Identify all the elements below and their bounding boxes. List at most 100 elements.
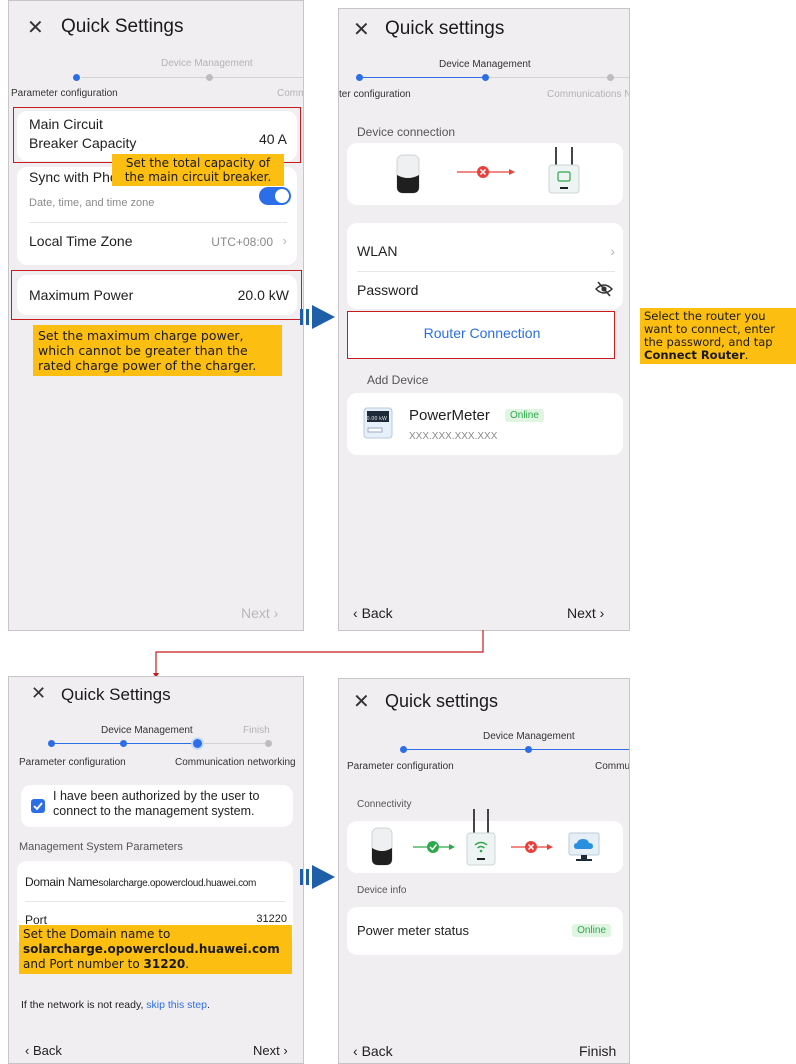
page-title: Quick Settings <box>61 16 184 37</box>
meter-screen: 0.00 kW <box>366 416 387 422</box>
step-dot-done <box>48 740 55 747</box>
cloud-monitor-icon <box>568 832 600 861</box>
authorization-checkbox[interactable] <box>31 799 45 813</box>
wlan-label[interactable]: WLAN <box>357 243 397 259</box>
step-communication: Communications N <box>547 89 630 100</box>
connectivity-diagram <box>347 809 623 873</box>
panel-communication-networking: ✕ Quick Settings Device Management Finis… <box>8 676 304 1064</box>
stepper-line-done <box>403 749 629 750</box>
step-dot-active <box>73 74 80 81</box>
breaker-note-overlay: Set the total capacity of the main circu… <box>112 154 284 186</box>
divider <box>25 901 285 902</box>
powermeter-card[interactable]: 0.00 kW PowerMeter Online XXX.XXX.XXX.XX… <box>347 393 623 455</box>
section-device-info: Device info <box>357 885 407 896</box>
step-dot-done <box>120 740 127 747</box>
panel-parameter-configuration: ✕ Quick Settings Device Management Param… <box>8 0 304 631</box>
flow-connector <box>153 630 484 678</box>
chevron-right-icon[interactable]: › <box>610 243 615 259</box>
back-button[interactable]: ‹ Back <box>353 605 393 621</box>
flow-arrow-icon <box>300 305 335 329</box>
skip-step-link[interactable]: skip this step <box>146 999 207 1011</box>
step-dot <box>607 74 614 81</box>
step-dot-active <box>482 74 489 81</box>
step-dot-active <box>193 739 202 748</box>
eye-hidden-icon[interactable] <box>595 281 613 297</box>
step-parameter-configuration: Parameter configuration <box>11 88 118 99</box>
step-device-management: Device Management <box>483 731 575 742</box>
checkmark-icon <box>33 802 43 811</box>
step-parameter-configuration: Parameter configuration <box>19 757 126 768</box>
device-name: PowerMeter <box>409 407 490 424</box>
step-dot-done <box>400 746 407 753</box>
step-device-management: Device Management <box>101 725 193 736</box>
chevron-right-icon[interactable]: › <box>283 233 287 248</box>
finish-button[interactable]: Finish <box>579 1043 616 1059</box>
router-icon <box>466 809 496 866</box>
stepper-line <box>81 77 303 78</box>
timezone-label: Local Time Zone <box>29 233 133 249</box>
divider <box>29 222 287 223</box>
timezone-value: UTC+08:00 <box>211 235 273 249</box>
step-dot <box>265 740 272 747</box>
step-communication: Commur <box>595 761 630 772</box>
domain-port-note: Set the Domain name to solarcharge.opowe… <box>19 925 292 974</box>
skip-hint: If the network is not ready, skip this s… <box>21 999 210 1011</box>
charger-icon <box>396 154 420 194</box>
wlan-card: WLAN › Password <box>347 223 623 309</box>
step-dot <box>206 74 213 81</box>
device-ip: XXX.XXX.XXX.XXX <box>409 431 498 442</box>
step-device-management: Device Management <box>161 58 253 69</box>
disconnected-link-icon <box>511 841 553 853</box>
sync-toggle[interactable] <box>259 187 291 205</box>
close-icon[interactable]: ✕ <box>353 17 370 42</box>
step-dot-done <box>525 746 532 753</box>
back-button[interactable]: ‹ Back <box>353 1043 393 1059</box>
step-finish: Finish <box>243 725 270 736</box>
stepper-line-done <box>359 77 485 78</box>
router-note: Select the router you want to connect, e… <box>640 308 796 364</box>
step-communication: Comm <box>277 88 304 99</box>
section-add-device: Add Device <box>367 373 429 387</box>
flow-arrow-icon <box>300 865 335 889</box>
close-icon[interactable]: ✕ <box>31 683 46 704</box>
router-connection-button[interactable]: Router Connection <box>339 325 625 341</box>
step-parameter-configuration: Parameter configuration <box>347 761 454 772</box>
meter-status-label: Power meter status <box>357 923 469 938</box>
authorization-card: I have been authorized by the user to co… <box>21 785 293 827</box>
close-icon[interactable]: ✕ <box>27 15 44 40</box>
page-title: Quick settings <box>385 18 505 39</box>
next-button[interactable]: Next › <box>253 1043 288 1058</box>
close-icon[interactable]: ✕ <box>353 689 370 714</box>
next-button[interactable]: Next › <box>567 605 604 621</box>
back-button[interactable]: ‹ Back <box>25 1043 62 1058</box>
port-value[interactable]: 31220 <box>256 913 287 925</box>
section-management-system: Management System Parameters <box>19 841 183 853</box>
status-badge: Online <box>572 924 611 937</box>
domain-name-row[interactable]: Domain Namesolarcharge.opowercloud.huawe… <box>25 875 256 889</box>
connection-diagram <box>347 143 623 205</box>
highlight-frame <box>11 270 302 320</box>
page-title: Quick settings <box>385 691 499 711</box>
panel-device-management: ✕ Quick settings Device Management ter c… <box>338 8 630 631</box>
section-connectivity: Connectivity <box>357 799 412 810</box>
password-label[interactable]: Password <box>357 282 418 298</box>
stepper-line <box>197 743 269 744</box>
next-button[interactable]: Next › <box>241 605 278 621</box>
charger-icon <box>371 827 393 866</box>
step-communication-networking: Communication networking <box>175 757 296 768</box>
page-title: Quick Settings <box>61 685 171 704</box>
router-icon <box>548 147 580 194</box>
power-note: Set the maximum charge power, which cann… <box>33 325 282 376</box>
panel-finish: ✕ Quick settings Device Management Param… <box>338 678 630 1064</box>
divider <box>357 271 615 272</box>
disconnected-link-icon <box>457 166 515 178</box>
step-device-management: Device Management <box>439 59 531 70</box>
status-badge: Online <box>505 409 544 422</box>
step-dot-done <box>356 74 363 81</box>
authorization-text: I have been authorized by the user to co… <box>53 789 260 818</box>
section-device-connection: Device connection <box>357 125 456 139</box>
sync-sub: Date, time, and time zone <box>29 197 155 209</box>
connected-link-icon <box>413 841 455 853</box>
step-parameter-configuration: ter configuration <box>339 89 411 100</box>
meter-status-card: Power meter status Online <box>347 907 623 955</box>
